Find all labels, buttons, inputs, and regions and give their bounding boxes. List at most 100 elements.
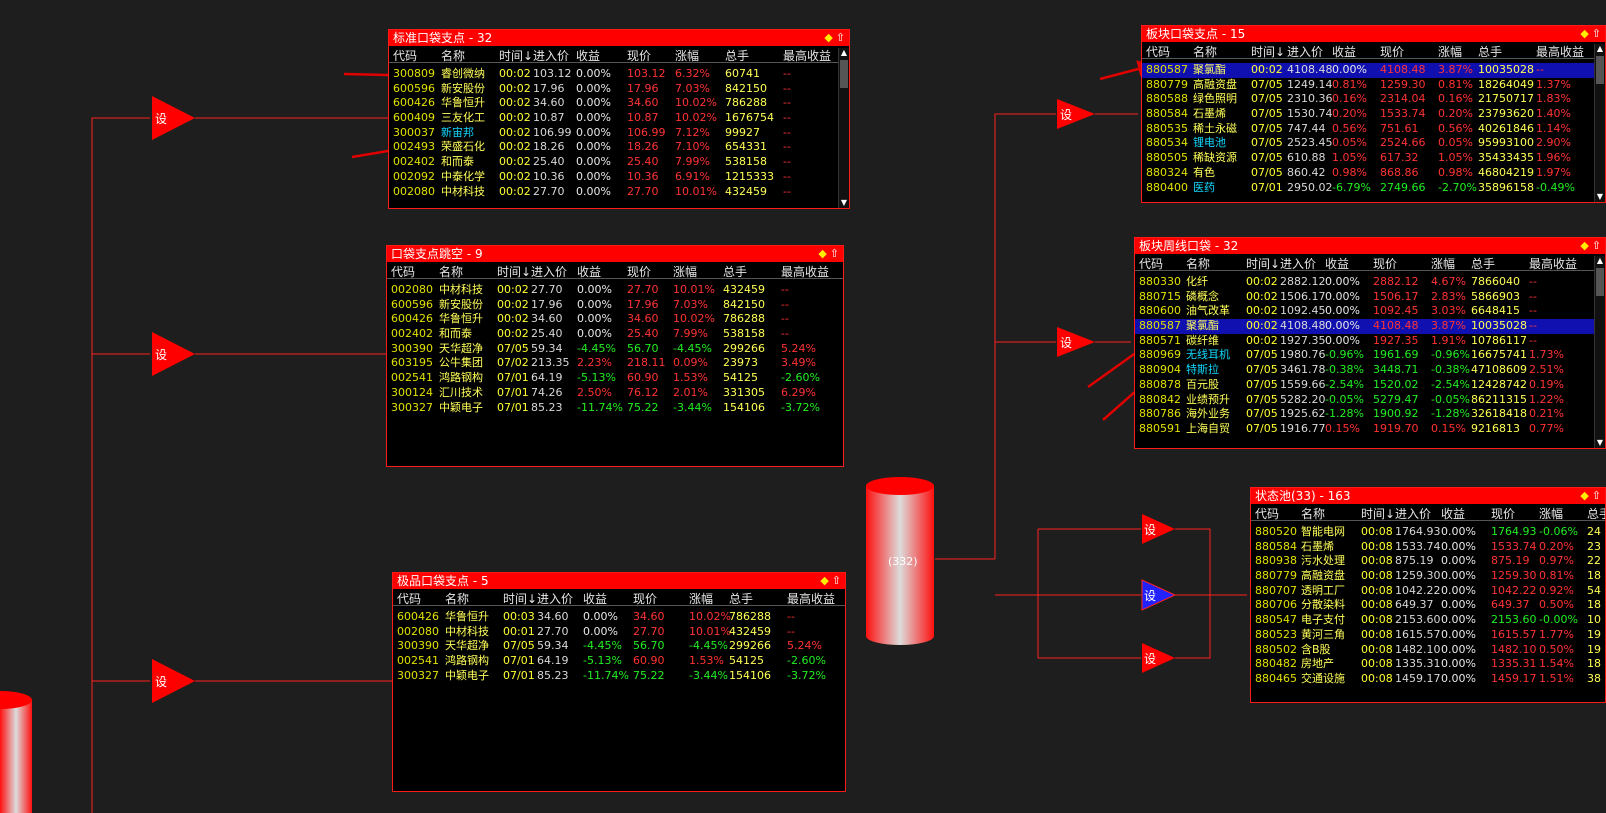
table-row[interactable]: 880707 透明工厂 00:08 1042.22 0.00% 1042.22 0.92% 5… [1251, 584, 1605, 599]
table-row[interactable]: 300327 中颖电子 07/01 85.23 -11.74% 75.22 -3.44% 15… [387, 401, 843, 416]
table-row[interactable]: 880786 海外业务 07/05 1925.62 -1.28% 1900.92 -1.28… [1135, 407, 1605, 422]
column-header[interactable]: 最高收益 [1529, 255, 1577, 272]
table-row[interactable]: 002493 荣盛石化 00:02 18.26 0.00% 18.26 7.10% 65433… [389, 140, 849, 155]
column-header[interactable]: 代码 [1146, 43, 1170, 60]
scroll-up-icon[interactable]: ▲ [1595, 44, 1605, 54]
table-row[interactable]: 300809 睿创微纳 00:02 103.12 0.00% 103.12 6.32% 607… [389, 67, 849, 82]
table-row[interactable]: 880842 业绩预升 07/05 5282.20 -0.05% 5279.47 -0.05… [1135, 393, 1605, 408]
table-row[interactable]: 880502 含B股 00:08 1482.10 0.00% 1482.10 0.50% 19 [1251, 643, 1605, 658]
column-header[interactable]: 代码 [393, 47, 417, 64]
column-header[interactable]: 代码 [1139, 255, 1163, 272]
table-row[interactable]: 002080 中材科技 00:02 27.70 0.00% 27.70 10.01% 4324… [389, 185, 849, 200]
table-row[interactable]: 880465 交通设施 00:08 1459.17 0.00% 1459.17 1.51% 3… [1251, 672, 1605, 687]
table-row[interactable]: 600426 华鲁恒升 00:02 34.60 0.00% 34.60 10.02% 7862… [389, 96, 849, 111]
pool-count[interactable]: (332) [888, 555, 918, 568]
column-header[interactable]: 涨幅 [1438, 43, 1462, 60]
table-row[interactable]: 002080 中材科技 00:01 27.70 0.00% 27.70 10.01% 4324… [393, 625, 845, 640]
column-header[interactable]: 名称 [1186, 255, 1210, 272]
column-header[interactable]: 现价 [1380, 43, 1404, 60]
setting-label[interactable]: 设 [1144, 521, 1156, 538]
table-row[interactable]: 880715 磷概念 00:02 1506.17 0.00% 1506.17 2.83% 58… [1135, 290, 1605, 305]
column-header[interactable]: 进入价 [537, 590, 573, 607]
column-header[interactable]: 现价 [1373, 255, 1397, 272]
collapse-up-icon[interactable]: ⇧ [1592, 27, 1601, 40]
vertical-scrollbar[interactable]: ▲ ▼ [838, 48, 849, 208]
setting-label[interactable]: 设 [1060, 334, 1072, 351]
vertical-scrollbar[interactable]: ▲ ▼ [1594, 44, 1605, 202]
collapse-up-icon[interactable]: ⇧ [832, 574, 841, 587]
scroll-down-icon[interactable]: ▼ [1595, 438, 1605, 448]
table-row[interactable]: 880600 油气改革 00:02 1092.45 0.00% 1092.45 3.03% 6… [1135, 304, 1605, 319]
column-header[interactable]: 现价 [633, 590, 657, 607]
table-row[interactable]: 300037 新宙邦 00:02 106.99 0.00% 106.99 7.12% 9992… [389, 126, 849, 141]
column-header[interactable]: 时间↓ [1251, 43, 1285, 60]
column-header[interactable]: 进入价 [533, 47, 569, 64]
scrollbar-thumb[interactable] [1596, 56, 1604, 84]
column-header[interactable]: 现价 [1491, 505, 1515, 522]
column-header[interactable]: 收益 [576, 47, 600, 64]
scroll-down-icon[interactable]: ▼ [1595, 192, 1605, 202]
column-header[interactable]: 时间↓ [503, 590, 537, 607]
table-row[interactable]: 002402 和而泰 00:02 25.40 0.00% 25.40 7.99% 538158… [389, 155, 849, 170]
diamond-icon[interactable]: ◆ [820, 574, 828, 587]
table-row[interactable]: 880535 稀土永磁 07/05 747.44 0.56% 751.61 0.56% 402… [1142, 122, 1605, 137]
table-row[interactable]: 300327 中颖电子 07/01 85.23 -11.74% 75.22 -3.44% 15… [393, 669, 845, 684]
column-header[interactable]: 进入价 [1280, 255, 1316, 272]
column-header[interactable]: 名称 [441, 47, 465, 64]
column-header[interactable]: 现价 [627, 47, 651, 64]
column-header[interactable]: 代码 [397, 590, 421, 607]
collapse-up-icon[interactable]: ⇧ [1592, 239, 1601, 252]
table-row[interactable]: 300124 汇川技术 07/01 74.26 2.50% 76.12 2.01% 33130… [387, 386, 843, 401]
column-header[interactable]: 收益 [1325, 255, 1349, 272]
column-header[interactable]: 涨幅 [1539, 505, 1563, 522]
column-header[interactable]: 收益 [1441, 505, 1465, 522]
column-header[interactable]: 涨幅 [673, 263, 697, 280]
diamond-icon[interactable]: ◆ [1580, 27, 1588, 40]
column-header[interactable]: 时间↓ [499, 47, 533, 64]
column-header[interactable]: 涨幅 [1431, 255, 1455, 272]
setting-label[interactable]: 设 [155, 673, 167, 690]
scrollbar-thumb[interactable] [1596, 268, 1604, 296]
column-header[interactable]: 最高收益 [781, 263, 829, 280]
panel-title-bar[interactable]: 标准口袋支点 - 32 ◆ ⇧ [389, 30, 849, 46]
collapse-up-icon[interactable]: ⇧ [836, 31, 845, 44]
panel-sector-pocket-pivot[interactable]: 板块口袋支点 - 15 ◆ ⇧ 代码 名称 时间↓ 进入价 收益 现价 涨幅 总手 最高收益 88058… [1141, 25, 1606, 203]
table-row[interactable]: 880587 聚氯酯 00:02 4108.48 0.00% 4108.48 3.87% 10… [1142, 63, 1605, 78]
table-row[interactable]: 880591 上海自贸 07/05 1916.77 0.15% 1919.70 0.15% 9… [1135, 422, 1605, 437]
table-row[interactable]: 880400 医药 07/01 2950.02 -6.79% 2749.66 -2.70% 3… [1142, 181, 1605, 196]
panel-sector-weekly-pocket[interactable]: 板块周线口袋 - 32 ◆ ⇧ 代码 名称 时间↓ 进入价 收益 现价 涨幅 总手 最高收益 88033… [1134, 237, 1606, 449]
table-row[interactable]: 880547 电子支付 00:08 2153.60 0.00% 2153.60 -0.00%… [1251, 613, 1605, 628]
panel-title-bar[interactable]: 极品口袋支点 - 5 ◆ ⇧ [393, 573, 845, 589]
column-header[interactable]: 最高收益 [787, 590, 835, 607]
table-row[interactable]: 880587 聚氯酯 00:02 4108.48 0.00% 4108.48 3.87% 10… [1135, 319, 1605, 334]
table-row[interactable]: 600426 华鲁恒升 00:03 34.60 0.00% 34.60 10.02% 7862… [393, 610, 845, 625]
column-header[interactable]: 进入价 [1287, 43, 1323, 60]
column-header[interactable]: 名称 [1301, 505, 1325, 522]
table-row[interactable]: 880482 房地产 00:08 1335.31 0.00% 1335.31 1.54% 18 [1251, 657, 1605, 672]
table-row[interactable]: 880779 高融资盘 00:08 1259.30 0.00% 1259.30 0.81% 1… [1251, 569, 1605, 584]
column-header[interactable]: 总手 [1587, 505, 1605, 522]
column-header[interactable]: 代码 [391, 263, 415, 280]
table-row[interactable]: 880779 高融资盘 07/05 1249.14 0.81% 1259.30 0.81% 1… [1142, 78, 1605, 93]
scroll-down-icon[interactable]: ▼ [839, 198, 849, 208]
column-header[interactable]: 进入价 [1395, 505, 1431, 522]
column-header[interactable]: 收益 [577, 263, 601, 280]
diamond-icon[interactable]: ◆ [1580, 489, 1588, 502]
setting-label[interactable]: 设 [1144, 587, 1156, 604]
table-row[interactable]: 880904 特斯拉 07/05 3461.78 -0.38% 3448.71 -0.38%… [1135, 363, 1605, 378]
column-header[interactable]: 总手 [729, 590, 753, 607]
table-row[interactable]: 880584 石墨烯 00:08 1533.74 0.00% 1533.74 0.20% 23 [1251, 540, 1605, 555]
table-row[interactable]: 880706 分散染料 00:08 649.37 0.00% 649.37 0.50% 18 [1251, 598, 1605, 613]
table-row[interactable]: 880584 石墨烯 07/05 1530.74 0.20% 1533.74 0.20% 23… [1142, 107, 1605, 122]
table-row[interactable]: 600596 新安股份 00:02 17.96 0.00% 17.96 7.03% 84215… [389, 82, 849, 97]
column-header[interactable]: 时间↓ [1361, 505, 1395, 522]
diamond-icon[interactable]: ◆ [818, 247, 826, 260]
table-row[interactable]: 300390 天华超净 07/05 59.34 -4.45% 56.70 -4.45% 299… [393, 639, 845, 654]
column-header[interactable]: 总手 [1478, 43, 1502, 60]
table-row[interactable]: 300390 天华超净 07/05 59.34 -4.45% 56.70 -4.45% 299… [387, 342, 843, 357]
table-row[interactable]: 002080 中材科技 00:02 27.70 0.00% 27.70 10.01% 4324… [387, 283, 843, 298]
diamond-icon[interactable]: ◆ [824, 31, 832, 44]
collapse-up-icon[interactable]: ⇧ [1592, 489, 1601, 502]
table-row[interactable]: 880520 智能电网 00:08 1764.93 0.00% 1764.93 -0.06%… [1251, 525, 1605, 540]
column-header[interactable]: 名称 [439, 263, 463, 280]
